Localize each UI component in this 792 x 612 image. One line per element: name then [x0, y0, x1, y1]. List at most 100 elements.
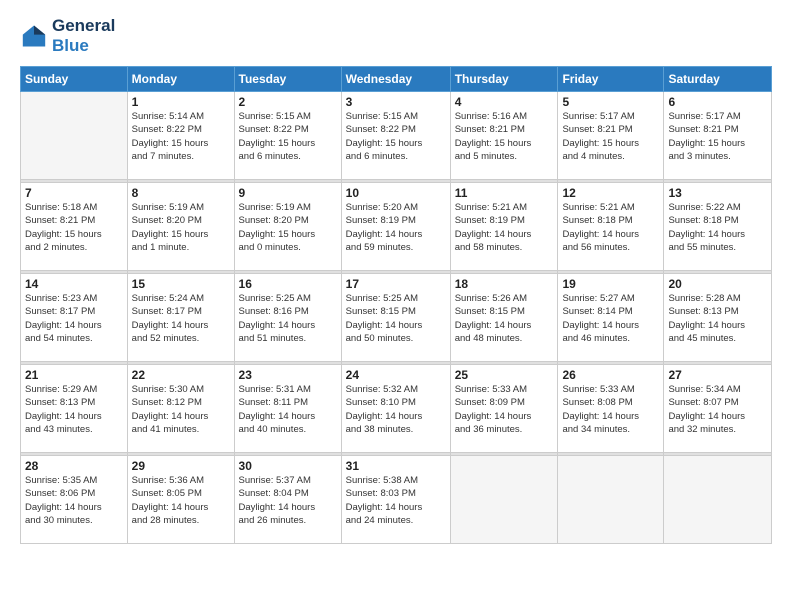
calendar-day-cell	[450, 456, 558, 544]
day-info: Sunrise: 5:34 AM Sunset: 8:07 PM Dayligh…	[668, 383, 767, 436]
day-info: Sunrise: 5:28 AM Sunset: 8:13 PM Dayligh…	[668, 292, 767, 345]
day-info: Sunrise: 5:30 AM Sunset: 8:12 PM Dayligh…	[132, 383, 230, 436]
day-info: Sunrise: 5:33 AM Sunset: 8:08 PM Dayligh…	[562, 383, 659, 436]
calendar-day-cell: 16Sunrise: 5:25 AM Sunset: 8:16 PM Dayli…	[234, 274, 341, 362]
calendar-day-cell: 10Sunrise: 5:20 AM Sunset: 8:19 PM Dayli…	[341, 183, 450, 271]
day-info: Sunrise: 5:35 AM Sunset: 8:06 PM Dayligh…	[25, 474, 123, 527]
day-info: Sunrise: 5:20 AM Sunset: 8:19 PM Dayligh…	[346, 201, 446, 254]
day-info: Sunrise: 5:33 AM Sunset: 8:09 PM Dayligh…	[455, 383, 554, 436]
calendar-day-cell: 17Sunrise: 5:25 AM Sunset: 8:15 PM Dayli…	[341, 274, 450, 362]
logo: General Blue	[20, 16, 115, 56]
calendar-day-cell: 22Sunrise: 5:30 AM Sunset: 8:12 PM Dayli…	[127, 365, 234, 453]
calendar-week-row: 21Sunrise: 5:29 AM Sunset: 8:13 PM Dayli…	[21, 365, 772, 453]
day-number: 5	[562, 95, 659, 109]
day-number: 16	[239, 277, 337, 291]
day-info: Sunrise: 5:19 AM Sunset: 8:20 PM Dayligh…	[132, 201, 230, 254]
day-info: Sunrise: 5:15 AM Sunset: 8:22 PM Dayligh…	[239, 110, 337, 163]
day-info: Sunrise: 5:16 AM Sunset: 8:21 PM Dayligh…	[455, 110, 554, 163]
day-info: Sunrise: 5:21 AM Sunset: 8:19 PM Dayligh…	[455, 201, 554, 254]
day-number: 3	[346, 95, 446, 109]
calendar-day-cell: 5Sunrise: 5:17 AM Sunset: 8:21 PM Daylig…	[558, 92, 664, 180]
calendar-header-saturday: Saturday	[664, 67, 772, 92]
calendar-header-sunday: Sunday	[21, 67, 128, 92]
calendar-day-cell: 30Sunrise: 5:37 AM Sunset: 8:04 PM Dayli…	[234, 456, 341, 544]
calendar-day-cell: 28Sunrise: 5:35 AM Sunset: 8:06 PM Dayli…	[21, 456, 128, 544]
calendar-day-cell	[21, 92, 128, 180]
day-number: 29	[132, 459, 230, 473]
day-number: 26	[562, 368, 659, 382]
day-number: 22	[132, 368, 230, 382]
day-info: Sunrise: 5:25 AM Sunset: 8:16 PM Dayligh…	[239, 292, 337, 345]
calendar-table: SundayMondayTuesdayWednesdayThursdayFrid…	[20, 66, 772, 544]
calendar-day-cell: 6Sunrise: 5:17 AM Sunset: 8:21 PM Daylig…	[664, 92, 772, 180]
calendar-day-cell: 23Sunrise: 5:31 AM Sunset: 8:11 PM Dayli…	[234, 365, 341, 453]
day-info: Sunrise: 5:22 AM Sunset: 8:18 PM Dayligh…	[668, 201, 767, 254]
calendar-day-cell: 4Sunrise: 5:16 AM Sunset: 8:21 PM Daylig…	[450, 92, 558, 180]
day-number: 8	[132, 186, 230, 200]
calendar-day-cell: 18Sunrise: 5:26 AM Sunset: 8:15 PM Dayli…	[450, 274, 558, 362]
calendar-day-cell	[664, 456, 772, 544]
day-number: 19	[562, 277, 659, 291]
day-number: 18	[455, 277, 554, 291]
day-info: Sunrise: 5:38 AM Sunset: 8:03 PM Dayligh…	[346, 474, 446, 527]
calendar-day-cell: 3Sunrise: 5:15 AM Sunset: 8:22 PM Daylig…	[341, 92, 450, 180]
calendar-header-wednesday: Wednesday	[341, 67, 450, 92]
day-number: 31	[346, 459, 446, 473]
day-info: Sunrise: 5:18 AM Sunset: 8:21 PM Dayligh…	[25, 201, 123, 254]
calendar-header-row: SundayMondayTuesdayWednesdayThursdayFrid…	[21, 67, 772, 92]
calendar-header-friday: Friday	[558, 67, 664, 92]
calendar-day-cell: 1Sunrise: 5:14 AM Sunset: 8:22 PM Daylig…	[127, 92, 234, 180]
day-number: 4	[455, 95, 554, 109]
calendar-day-cell	[558, 456, 664, 544]
calendar-day-cell: 15Sunrise: 5:24 AM Sunset: 8:17 PM Dayli…	[127, 274, 234, 362]
calendar-day-cell: 29Sunrise: 5:36 AM Sunset: 8:05 PM Dayli…	[127, 456, 234, 544]
calendar-header-thursday: Thursday	[450, 67, 558, 92]
day-info: Sunrise: 5:25 AM Sunset: 8:15 PM Dayligh…	[346, 292, 446, 345]
header: General Blue	[20, 16, 772, 56]
day-number: 24	[346, 368, 446, 382]
day-number: 30	[239, 459, 337, 473]
calendar-header-tuesday: Tuesday	[234, 67, 341, 92]
day-info: Sunrise: 5:17 AM Sunset: 8:21 PM Dayligh…	[562, 110, 659, 163]
day-info: Sunrise: 5:17 AM Sunset: 8:21 PM Dayligh…	[668, 110, 767, 163]
day-number: 14	[25, 277, 123, 291]
calendar-day-cell: 9Sunrise: 5:19 AM Sunset: 8:20 PM Daylig…	[234, 183, 341, 271]
day-number: 28	[25, 459, 123, 473]
day-info: Sunrise: 5:24 AM Sunset: 8:17 PM Dayligh…	[132, 292, 230, 345]
day-info: Sunrise: 5:21 AM Sunset: 8:18 PM Dayligh…	[562, 201, 659, 254]
day-number: 6	[668, 95, 767, 109]
calendar-day-cell: 14Sunrise: 5:23 AM Sunset: 8:17 PM Dayli…	[21, 274, 128, 362]
calendar-day-cell: 21Sunrise: 5:29 AM Sunset: 8:13 PM Dayli…	[21, 365, 128, 453]
day-number: 11	[455, 186, 554, 200]
day-number: 7	[25, 186, 123, 200]
day-number: 27	[668, 368, 767, 382]
day-number: 13	[668, 186, 767, 200]
calendar-week-row: 7Sunrise: 5:18 AM Sunset: 8:21 PM Daylig…	[21, 183, 772, 271]
day-info: Sunrise: 5:36 AM Sunset: 8:05 PM Dayligh…	[132, 474, 230, 527]
day-info: Sunrise: 5:37 AM Sunset: 8:04 PM Dayligh…	[239, 474, 337, 527]
day-info: Sunrise: 5:15 AM Sunset: 8:22 PM Dayligh…	[346, 110, 446, 163]
day-number: 20	[668, 277, 767, 291]
calendar-day-cell: 2Sunrise: 5:15 AM Sunset: 8:22 PM Daylig…	[234, 92, 341, 180]
calendar-day-cell: 26Sunrise: 5:33 AM Sunset: 8:08 PM Dayli…	[558, 365, 664, 453]
day-number: 9	[239, 186, 337, 200]
calendar-day-cell: 11Sunrise: 5:21 AM Sunset: 8:19 PM Dayli…	[450, 183, 558, 271]
calendar-day-cell: 12Sunrise: 5:21 AM Sunset: 8:18 PM Dayli…	[558, 183, 664, 271]
calendar-week-row: 1Sunrise: 5:14 AM Sunset: 8:22 PM Daylig…	[21, 92, 772, 180]
day-number: 12	[562, 186, 659, 200]
day-number: 10	[346, 186, 446, 200]
day-number: 2	[239, 95, 337, 109]
day-info: Sunrise: 5:19 AM Sunset: 8:20 PM Dayligh…	[239, 201, 337, 254]
logo-text: General Blue	[52, 16, 115, 56]
day-number: 15	[132, 277, 230, 291]
day-number: 17	[346, 277, 446, 291]
day-info: Sunrise: 5:14 AM Sunset: 8:22 PM Dayligh…	[132, 110, 230, 163]
calendar-day-cell: 27Sunrise: 5:34 AM Sunset: 8:07 PM Dayli…	[664, 365, 772, 453]
day-info: Sunrise: 5:31 AM Sunset: 8:11 PM Dayligh…	[239, 383, 337, 436]
day-info: Sunrise: 5:29 AM Sunset: 8:13 PM Dayligh…	[25, 383, 123, 436]
logo-icon	[20, 22, 48, 50]
day-info: Sunrise: 5:27 AM Sunset: 8:14 PM Dayligh…	[562, 292, 659, 345]
day-number: 25	[455, 368, 554, 382]
day-number: 23	[239, 368, 337, 382]
calendar-header-monday: Monday	[127, 67, 234, 92]
